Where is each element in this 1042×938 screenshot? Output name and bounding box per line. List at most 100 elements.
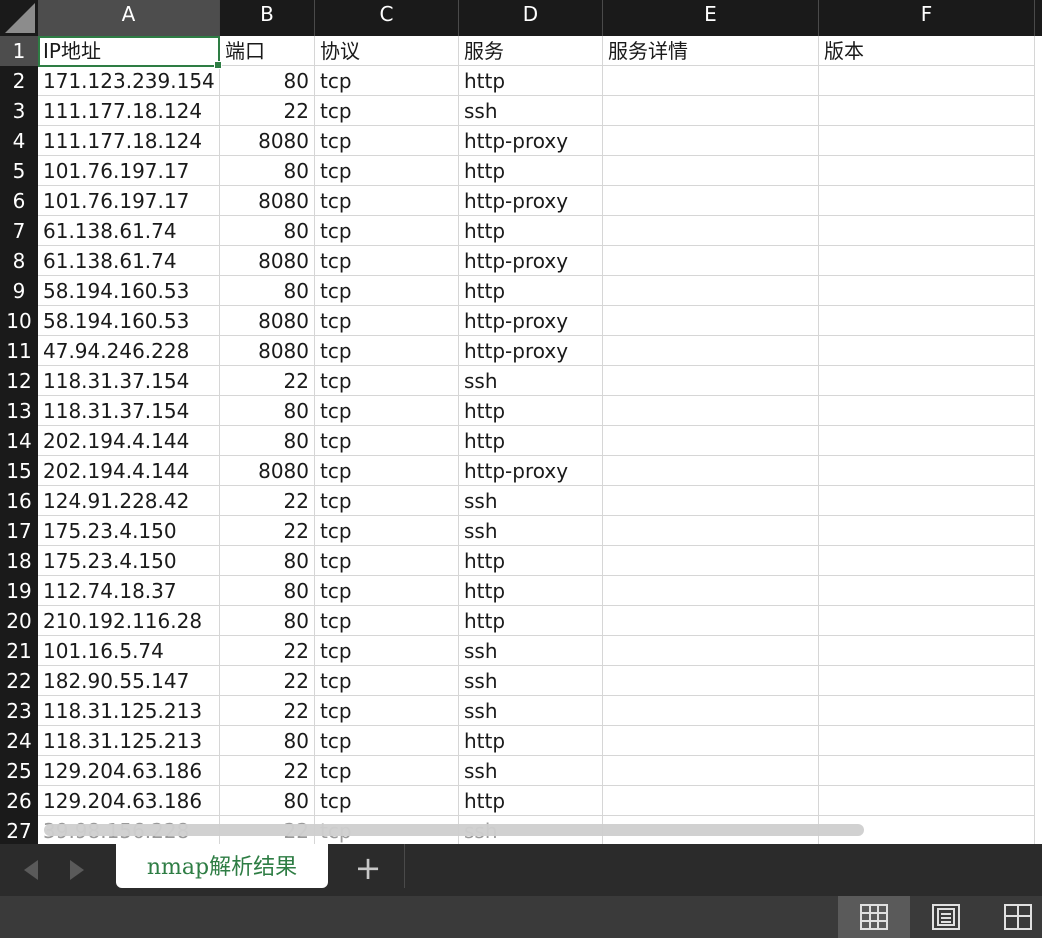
row-header-5[interactable]: 5 <box>0 156 38 186</box>
cell-a15[interactable]: 202.194.4.144 <box>38 456 220 486</box>
cell-f9[interactable] <box>819 276 1035 306</box>
cell-f14[interactable] <box>819 426 1035 456</box>
cell-f4[interactable] <box>819 126 1035 156</box>
cell-b6[interactable]: 8080 <box>220 186 315 216</box>
cell-e21[interactable] <box>603 636 819 666</box>
cell-e23[interactable] <box>603 696 819 726</box>
cell-d9[interactable]: http <box>459 276 603 306</box>
cell-a12[interactable]: 118.31.37.154 <box>38 366 220 396</box>
cell-c12[interactable]: tcp <box>315 366 459 396</box>
cell-d19[interactable]: http <box>459 576 603 606</box>
cell-c20[interactable]: tcp <box>315 606 459 636</box>
cell-c9[interactable]: tcp <box>315 276 459 306</box>
cell-f19[interactable] <box>819 576 1035 606</box>
cell-d10[interactable]: http-proxy <box>459 306 603 336</box>
row-header-26[interactable]: 26 <box>0 786 38 816</box>
cell-b8[interactable]: 8080 <box>220 246 315 276</box>
cell-a3[interactable]: 111.177.18.124 <box>38 96 220 126</box>
row-header-3[interactable]: 3 <box>0 96 38 126</box>
row-header-14[interactable]: 14 <box>0 426 38 456</box>
cell-b14[interactable]: 80 <box>220 426 315 456</box>
cell-f25[interactable] <box>819 756 1035 786</box>
cell-b15[interactable]: 8080 <box>220 456 315 486</box>
cell-f26[interactable] <box>819 786 1035 816</box>
cell-d26[interactable]: http <box>459 786 603 816</box>
cell-e10[interactable] <box>603 306 819 336</box>
cell-a24[interactable]: 118.31.125.213 <box>38 726 220 756</box>
select-all-button[interactable] <box>0 0 38 36</box>
cell-a6[interactable]: 101.76.197.17 <box>38 186 220 216</box>
cell-a14[interactable]: 202.194.4.144 <box>38 426 220 456</box>
cell-a7[interactable]: 61.138.61.74 <box>38 216 220 246</box>
row-header-9[interactable]: 9 <box>0 276 38 306</box>
cell-a9[interactable]: 58.194.160.53 <box>38 276 220 306</box>
cell-a2[interactable]: 171.123.239.154 <box>38 66 220 96</box>
cell-f12[interactable] <box>819 366 1035 396</box>
cell-d16[interactable]: ssh <box>459 486 603 516</box>
cell-d1[interactable]: 服务 <box>459 36 603 66</box>
cell-d4[interactable]: http-proxy <box>459 126 603 156</box>
cell-a1[interactable]: IP地址 <box>38 36 220 66</box>
cell-f10[interactable] <box>819 306 1035 336</box>
cell-a25[interactable]: 129.204.63.186 <box>38 756 220 786</box>
cell-e25[interactable] <box>603 756 819 786</box>
cell-f3[interactable] <box>819 96 1035 126</box>
row-header-16[interactable]: 16 <box>0 486 38 516</box>
row-header-23[interactable]: 23 <box>0 696 38 726</box>
cell-f22[interactable] <box>819 666 1035 696</box>
cell-b10[interactable]: 8080 <box>220 306 315 336</box>
cell-e22[interactable] <box>603 666 819 696</box>
cell-f6[interactable] <box>819 186 1035 216</box>
cell-e2[interactable] <box>603 66 819 96</box>
cell-b16[interactable]: 22 <box>220 486 315 516</box>
cell-e19[interactable] <box>603 576 819 606</box>
column-header-c[interactable]: C <box>315 0 459 36</box>
cell-f13[interactable] <box>819 396 1035 426</box>
cell-a10[interactable]: 58.194.160.53 <box>38 306 220 336</box>
cell-b9[interactable]: 80 <box>220 276 315 306</box>
cell-c6[interactable]: tcp <box>315 186 459 216</box>
cell-b7[interactable]: 80 <box>220 216 315 246</box>
cell-b19[interactable]: 80 <box>220 576 315 606</box>
cell-b17[interactable]: 22 <box>220 516 315 546</box>
cell-b3[interactable]: 22 <box>220 96 315 126</box>
cell-a17[interactable]: 175.23.4.150 <box>38 516 220 546</box>
cell-e1[interactable]: 服务详情 <box>603 36 819 66</box>
cell-d7[interactable]: http <box>459 216 603 246</box>
cell-a8[interactable]: 61.138.61.74 <box>38 246 220 276</box>
cell-d15[interactable]: http-proxy <box>459 456 603 486</box>
column-header-b[interactable]: B <box>220 0 315 36</box>
cell-f15[interactable] <box>819 456 1035 486</box>
row-header-24[interactable]: 24 <box>0 726 38 756</box>
cell-c21[interactable]: tcp <box>315 636 459 666</box>
cell-d18[interactable]: http <box>459 546 603 576</box>
cell-d22[interactable]: ssh <box>459 666 603 696</box>
cell-c4[interactable]: tcp <box>315 126 459 156</box>
cell-d20[interactable]: http <box>459 606 603 636</box>
previous-sheet-icon[interactable] <box>24 860 38 880</box>
column-header-f[interactable]: F <box>819 0 1035 36</box>
cell-c13[interactable]: tcp <box>315 396 459 426</box>
page-break-view-button[interactable] <box>982 896 1042 938</box>
cell-d17[interactable]: ssh <box>459 516 603 546</box>
cell-e16[interactable] <box>603 486 819 516</box>
cell-c3[interactable]: tcp <box>315 96 459 126</box>
row-header-7[interactable]: 7 <box>0 216 38 246</box>
cell-b21[interactable]: 22 <box>220 636 315 666</box>
cell-b12[interactable]: 22 <box>220 366 315 396</box>
cell-c22[interactable]: tcp <box>315 666 459 696</box>
cell-c26[interactable]: tcp <box>315 786 459 816</box>
cell-c24[interactable]: tcp <box>315 726 459 756</box>
cell-e9[interactable] <box>603 276 819 306</box>
cell-e13[interactable] <box>603 396 819 426</box>
cell-d23[interactable]: ssh <box>459 696 603 726</box>
row-header-22[interactable]: 22 <box>0 666 38 696</box>
column-header-d[interactable]: D <box>459 0 603 36</box>
cell-b4[interactable]: 8080 <box>220 126 315 156</box>
row-header-19[interactable]: 19 <box>0 576 38 606</box>
page-layout-view-button[interactable] <box>910 896 982 938</box>
cell-a11[interactable]: 47.94.246.228 <box>38 336 220 366</box>
cell-f7[interactable] <box>819 216 1035 246</box>
cell-c17[interactable]: tcp <box>315 516 459 546</box>
row-header-12[interactable]: 12 <box>0 366 38 396</box>
